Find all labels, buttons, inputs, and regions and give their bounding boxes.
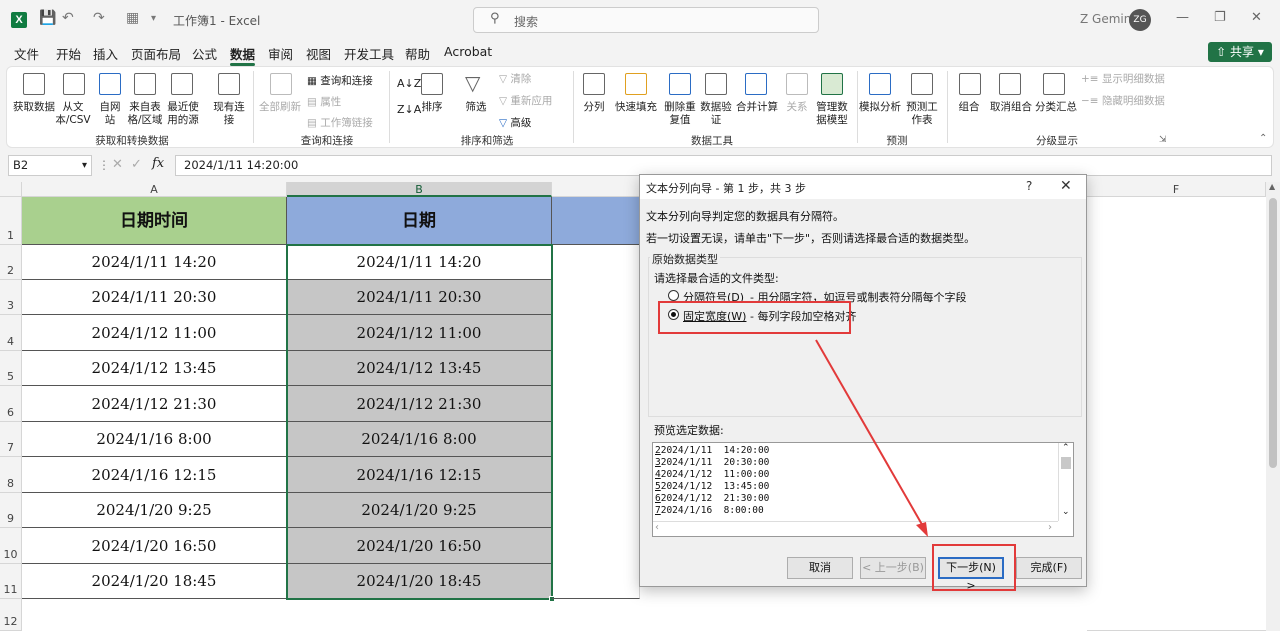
arrow-line: [815, 339, 925, 529]
arrow-head: [916, 522, 928, 537]
annotation-arrow: [815, 339, 928, 537]
